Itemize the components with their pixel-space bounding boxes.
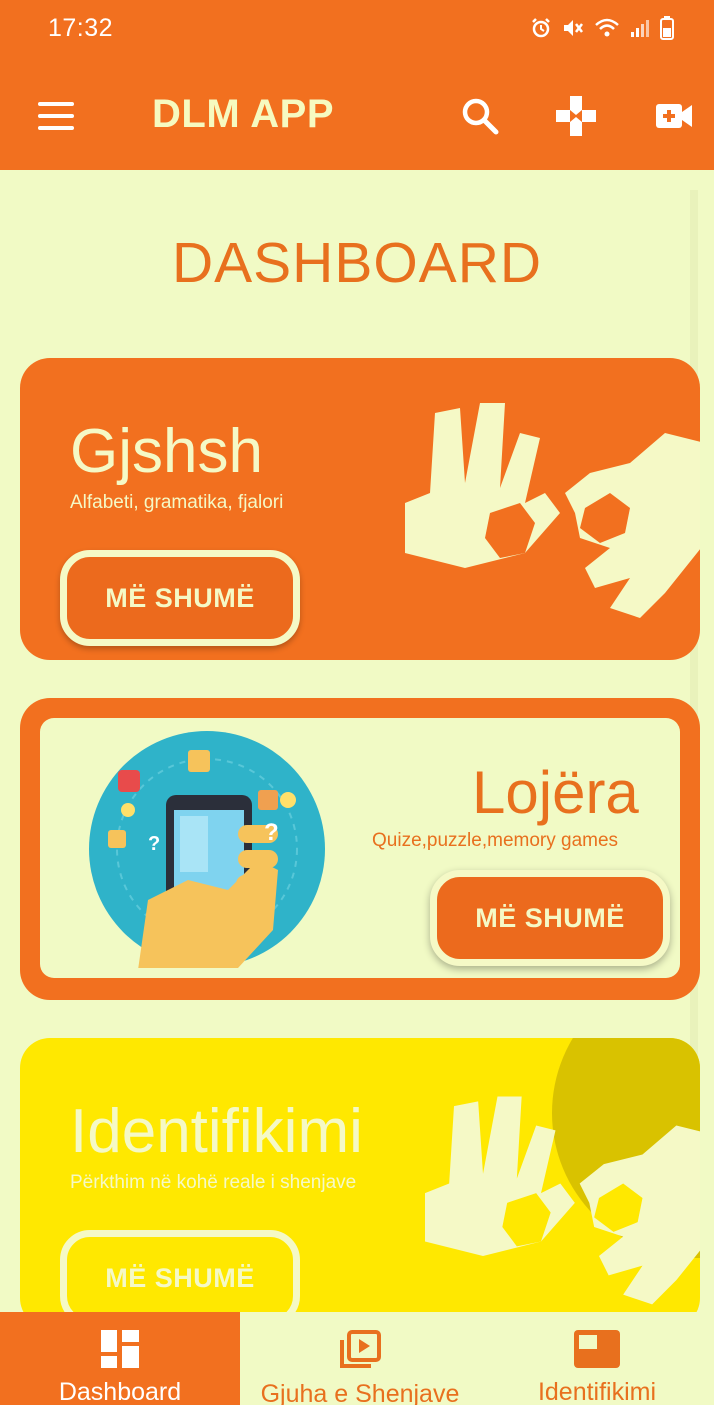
card-title: Identifikimi [70, 1097, 363, 1166]
video-add-icon [656, 104, 692, 128]
search-button[interactable] [454, 90, 506, 142]
nav-gjuha-e-shenjave[interactable]: Gjuha e Shenjave [240, 1312, 480, 1405]
dashboard-icon [101, 1330, 139, 1368]
app-bar: DLM APP [0, 62, 714, 170]
page-title: DASHBOARD [171, 231, 543, 295]
svg-text:?: ? [264, 819, 279, 846]
video-add-button[interactable] [648, 90, 700, 142]
card-gjshsh[interactable]: Gjshsh Alfabeti, gramatika, fjalori MË S… [20, 358, 700, 660]
nav-label: Identifikimi [537, 1378, 657, 1405]
sign-hands-icon [405, 403, 700, 618]
card-identifikimi[interactable]: Identifikimi Përkthim në kohë reale i sh… [20, 1038, 700, 1312]
menu-button[interactable] [30, 94, 80, 138]
games-button[interactable] [550, 90, 602, 142]
video-library-icon [339, 1330, 381, 1370]
more-button[interactable]: MË SHUMË [60, 550, 300, 646]
nav-label: Dashboard [58, 1378, 182, 1405]
dashboard-content[interactable]: DASHBOARD Gjshsh Alfabeti, gramatika, fj… [0, 170, 714, 1312]
status-time: 17:32 [48, 14, 114, 42]
svg-text:?: ? [148, 833, 160, 855]
search-icon [462, 98, 499, 135]
card-subtitle: Quize,puzzle,memory games [372, 830, 619, 851]
status-bar: 17:32 [0, 0, 714, 62]
card-lojera[interactable]: ? ? Lojëra Quize,puzzle,memory games MË … [20, 698, 700, 1000]
wifi-icon [594, 17, 620, 39]
nav-label: Gjuha e Shenjave [260, 1380, 460, 1405]
more-button[interactable]: MË SHUMË [430, 870, 670, 966]
signal-icon [630, 17, 650, 39]
alarm-icon [530, 17, 552, 39]
mute-icon [562, 17, 584, 39]
app-title: DLM APP [152, 92, 335, 136]
gamepad-icon [556, 96, 596, 136]
identify-icon [574, 1330, 620, 1368]
card-title: Lojëra [472, 759, 639, 826]
nav-identifikimi[interactable]: Identifikimi [480, 1312, 714, 1405]
nav-dashboard[interactable]: Dashboard [0, 1312, 240, 1405]
battery-icon [660, 16, 674, 40]
bottom-navigation: Dashboard Gjuha e Shenjave Identifikimi [0, 1312, 714, 1405]
status-icons [530, 16, 674, 40]
card-subtitle: Përkthim në kohë reale i shenjave [70, 1172, 357, 1193]
card-title: Gjshsh [70, 417, 263, 486]
more-button[interactable]: MË SHUMË [60, 1230, 300, 1312]
phone-puzzle-illustration: ? ? [89, 731, 325, 968]
sign-hands-icon [425, 1096, 700, 1305]
card-subtitle: Alfabeti, gramatika, fjalori [70, 492, 284, 513]
